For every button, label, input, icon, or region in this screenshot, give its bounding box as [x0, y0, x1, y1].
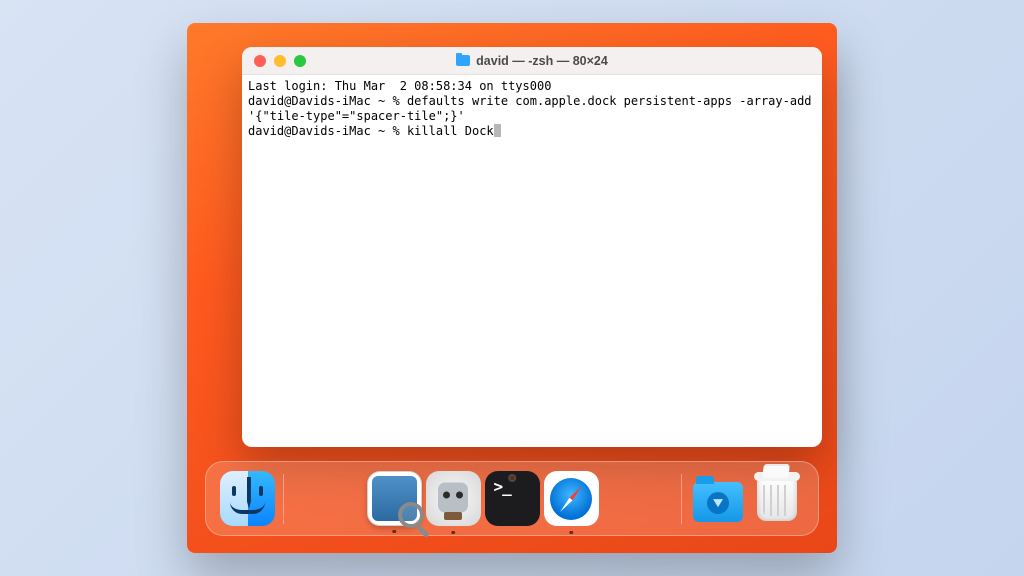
terminal-line-login: Last login: Thu Mar 2 08:58:34 on ttys00…	[248, 79, 551, 93]
dock-app-terminal[interactable]	[485, 471, 540, 526]
cursor-icon	[494, 124, 501, 137]
close-icon[interactable]	[254, 55, 266, 67]
traffic-lights	[254, 55, 306, 67]
terminal-body[interactable]: Last login: Thu Mar 2 08:58:34 on ttys00…	[242, 75, 822, 447]
terminal-prompt: david@Davids-iMac ~ %	[248, 124, 407, 138]
dock-separator	[283, 474, 284, 524]
dock-app-automator[interactable]	[426, 471, 481, 526]
window-title-text: david — -zsh — 80×24	[476, 54, 608, 68]
window-titlebar[interactable]: david — -zsh — 80×24	[242, 47, 822, 75]
dock-trash[interactable]	[749, 471, 804, 526]
minimize-icon[interactable]	[274, 55, 286, 67]
dock-app-safari[interactable]	[544, 471, 599, 526]
dock-downloads[interactable]	[690, 471, 745, 526]
dock	[205, 461, 819, 536]
dock-app-finder[interactable]	[220, 471, 275, 526]
terminal-cmd2: killall Dock	[407, 124, 494, 138]
dock-separator	[681, 474, 682, 524]
desktop-wallpaper: david — -zsh — 80×24 Last login: Thu Mar…	[187, 23, 837, 553]
terminal-line-cmd1: david@Davids-iMac ~ % defaults write com…	[248, 94, 819, 123]
folder-icon	[456, 55, 470, 66]
maximize-icon[interactable]	[294, 55, 306, 67]
window-title: david — -zsh — 80×24	[242, 54, 822, 68]
terminal-window: david — -zsh — 80×24 Last login: Thu Mar…	[242, 47, 822, 447]
dock-app-preview[interactable]	[367, 471, 422, 526]
